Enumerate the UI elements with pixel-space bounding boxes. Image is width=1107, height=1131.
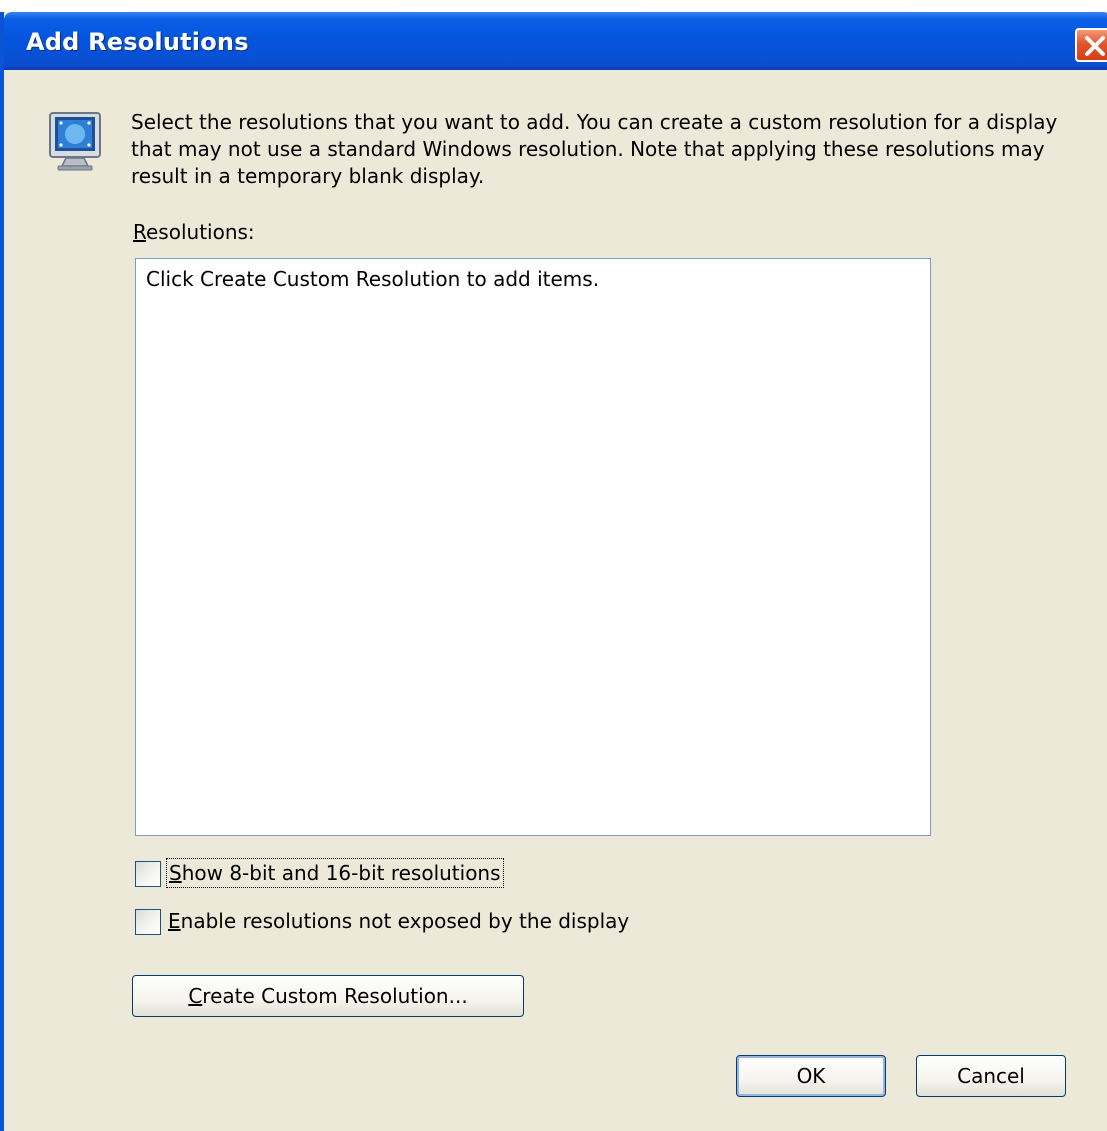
enable-not-exposed-mnemonic: E	[168, 909, 181, 933]
resolutions-label-mnemonic: R	[133, 220, 146, 244]
close-icon	[1085, 36, 1105, 56]
enable-not-exposed-label-rest: nable resolutions not exposed by the dis…	[180, 909, 630, 933]
enable-not-exposed-label[interactable]: Enable resolutions not exposed by the di…	[166, 907, 631, 935]
show-8bit-16bit-label-rest: how 8-bit and 16-bit resolutions	[181, 861, 501, 885]
create-custom-resolution-button[interactable]: Create Custom Resolution...	[132, 975, 524, 1017]
ok-label: OK	[796, 1064, 826, 1088]
title-bar[interactable]: Add Resolutions	[4, 12, 1107, 70]
show-8bit-16bit-label[interactable]: Show 8-bit and 16-bit resolutions	[166, 858, 504, 888]
dialog-window: Add Resolutions Select the resolutions t…	[0, 12, 1107, 1131]
close-button[interactable]	[1075, 28, 1107, 62]
create-custom-label-rest: reate Custom Resolution...	[202, 984, 468, 1008]
resolutions-listbox[interactable]: Click Create Custom Resolution to add it…	[135, 258, 931, 836]
create-custom-mnemonic: C	[188, 984, 203, 1008]
listbox-empty-hint: Click Create Custom Resolution to add it…	[146, 267, 600, 291]
ok-button[interactable]: OK	[736, 1055, 886, 1097]
show-8bit-16bit-checkbox[interactable]	[135, 861, 161, 887]
enable-not-exposed-checkbox[interactable]	[135, 909, 161, 935]
cancel-label: Cancel	[957, 1064, 1025, 1088]
resolutions-label-rest: esolutions:	[146, 220, 255, 244]
monitor-icon	[49, 112, 101, 171]
resolutions-label: Resolutions:	[133, 220, 255, 244]
description-text: Select the resolutions that you want to …	[131, 110, 1058, 188]
show-8bit-16bit-mnemonic: S	[169, 861, 182, 885]
dialog-title: Add Resolutions	[26, 28, 249, 56]
cancel-button[interactable]: Cancel	[916, 1055, 1066, 1097]
